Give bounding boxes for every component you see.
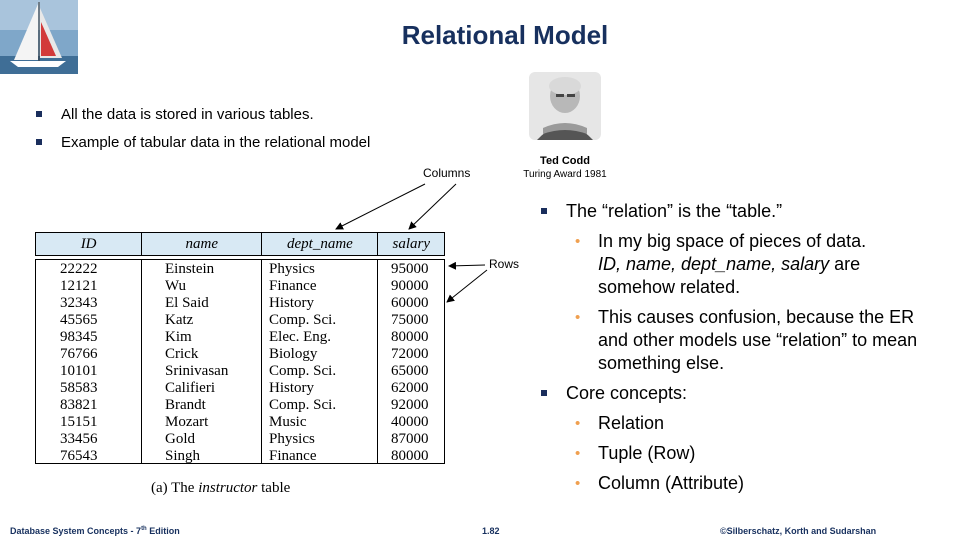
sub-bullet-text: Column (Attribute)	[598, 473, 745, 493]
salary-column: 95000 90000 60000 75000 80000 72000 65000 62000…	[378, 260, 444, 464]
table-cell: 62000	[391, 380, 429, 396]
caption-prefix: (a) The	[151, 480, 199, 496]
bullet-text: Core concepts:	[566, 383, 688, 403]
sub-bullet-dot-icon: •	[575, 445, 581, 462]
table-cell: History	[269, 295, 314, 311]
table-cell: 12121	[60, 278, 98, 294]
table-cell: Comp. Sci.	[269, 397, 337, 413]
columns-arrow-2	[408, 183, 457, 230]
footer-page-number: 1.82	[482, 526, 500, 536]
table-cell: 76543	[60, 448, 98, 464]
bullet-relation-table: The “relation” is the “table.”	[540, 200, 940, 223]
sub-bullet-text: This causes confusion, because the ER an…	[598, 307, 918, 373]
sub-bullet-dot-icon: •	[575, 309, 581, 326]
sub-bullet: • This causes confusion, because the ER …	[540, 306, 918, 375]
table-cell: Gold	[165, 431, 195, 447]
table-cell: Mozart	[165, 414, 209, 430]
sub-bullet-dot-icon: •	[575, 233, 581, 250]
sub-bullet-line: are	[829, 254, 861, 274]
table-cell: 45565	[60, 312, 98, 328]
sub-bullet: • Column (Attribute)	[540, 472, 940, 495]
sub-bullet-line: In my big space of pieces of data.	[598, 231, 867, 251]
table-cell: History	[269, 380, 314, 396]
name-column: Einstein Wu El Said Katz Kim Crick Srinivasan C…	[142, 260, 262, 464]
table-cell: Music	[269, 414, 307, 430]
table-cell: 92000	[391, 397, 429, 413]
rows-arrow-2	[446, 269, 488, 303]
table-cell: Finance	[269, 448, 317, 464]
footer-copyright: ©Silberschatz, Korth and Sudarshan	[720, 526, 877, 536]
sub-bullet-text: Relation	[598, 413, 665, 433]
dept-name-column: Physics Finance History Comp. Sci. Elec. Eng…	[262, 260, 378, 464]
bullet-square-icon	[541, 208, 547, 214]
id-column: 22222 12121 32343 45565 98345 76766 10101 58583…	[36, 260, 142, 464]
table-cell: Comp. Sci.	[269, 363, 337, 379]
table-cell: 40000	[391, 414, 429, 430]
header-name: name	[142, 233, 263, 255]
right-bullet-list: The “relation” is the “table.” • In my b…	[540, 200, 940, 495]
table-cell: Physics	[269, 431, 315, 447]
rows-arrow-1	[448, 261, 486, 270]
table-cell: Srinivasan	[165, 363, 229, 379]
table-cell: Singh	[165, 448, 201, 464]
bullet-square-icon	[541, 390, 547, 396]
caption-italic: instructor	[198, 480, 258, 496]
table-cell: 75000	[391, 312, 429, 328]
sub-bullet-dot-icon: •	[575, 415, 581, 432]
table-cell: Crick	[165, 346, 199, 362]
caption-suffix: table	[257, 480, 291, 496]
table-cell: 80000	[391, 329, 429, 345]
table-cell: Kim	[165, 329, 192, 345]
table-cell: Brandt	[165, 397, 206, 413]
header-id: ID	[36, 233, 143, 255]
sub-bullet-text: Tuple (Row)	[598, 443, 696, 463]
sub-bullet-italic: ID, name, dept_name, salary	[598, 254, 830, 274]
bullet-text: The “relation” is the “table.”	[566, 201, 783, 221]
table-cell: Finance	[269, 278, 317, 294]
table-cell: 98345	[60, 329, 98, 345]
footer-left-suffix: Edition	[146, 526, 180, 536]
bullet-core-concepts: Core concepts:	[540, 382, 940, 405]
sub-bullet: • Relation	[540, 412, 940, 435]
sub-bullet-dot-icon: •	[575, 475, 581, 492]
table-cell: Elec. Eng.	[269, 329, 332, 345]
table-cell: Califieri	[165, 380, 215, 396]
sub-bullet-line: somehow related.	[598, 277, 741, 297]
table-cell: 80000	[391, 448, 429, 464]
table-cell: 87000	[391, 431, 429, 447]
header-dept-name: dept_name	[262, 233, 379, 255]
instructor-table-body: 22222 12121 32343 45565 98345 76766 10101 58583…	[35, 259, 445, 464]
sub-bullet: • Tuple (Row)	[540, 442, 940, 465]
instructor-table-header: ID name dept_name salary	[35, 232, 445, 256]
table-cell: 72000	[391, 346, 429, 362]
table-cell: 95000	[391, 261, 429, 277]
table-cell: Katz	[165, 312, 194, 328]
table-cell: 22222	[60, 261, 98, 277]
table-cell: Einstein	[165, 261, 215, 277]
columns-arrow-1	[335, 183, 426, 230]
table-cell: Comp. Sci.	[269, 312, 337, 328]
table-cell: 65000	[391, 363, 429, 379]
table-cell: 83821	[60, 397, 98, 413]
table-cell: 10101	[60, 363, 98, 379]
table-cell: Physics	[269, 261, 315, 277]
header-salary: salary	[392, 236, 430, 252]
table-cell: 58583	[60, 380, 98, 396]
table-cell: 90000	[391, 278, 429, 294]
footer-book-title: Database System Concepts - 7th Edition	[10, 526, 180, 536]
table-cell: 33456	[60, 431, 98, 447]
table-cell: El Said	[165, 295, 209, 311]
table-cell: 15151	[60, 414, 98, 430]
table-cell: 76766	[60, 346, 98, 362]
table-cell: 32343	[60, 295, 98, 311]
footer-left-text: Database System Concepts - 7	[10, 526, 142, 536]
table-cell: Biology	[269, 346, 318, 362]
sub-bullet: • In my big space of pieces of data. ID,…	[540, 230, 940, 299]
table-caption: (a) The instructor table	[151, 480, 290, 497]
table-cell: Wu	[165, 278, 187, 294]
table-cell: 60000	[391, 295, 429, 311]
